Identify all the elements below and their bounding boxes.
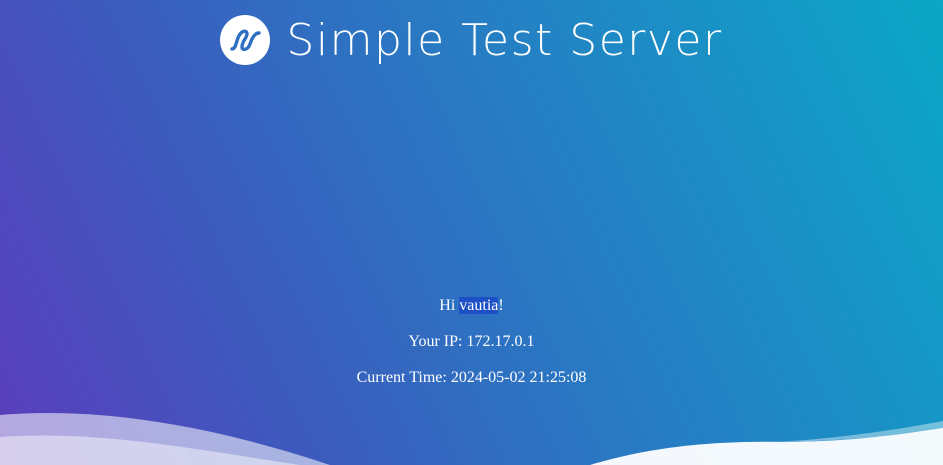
page-title: Simple Test Server <box>286 14 723 66</box>
wave-logo-icon <box>220 15 271 65</box>
ip-label: Your IP: <box>408 333 467 350</box>
footer-waves <box>0 413 943 465</box>
time-label: Current Time: <box>356 369 451 386</box>
greeting-suffix: ! <box>498 297 504 314</box>
time-line: Current Time: 2024-05-02 21:25:08 <box>0 368 943 388</box>
username: vautia <box>459 297 499 314</box>
time-value: 2024-05-02 21:25:08 <box>450 369 587 386</box>
greeting-prefix: Hi <box>439 297 460 314</box>
info-panel: Hi vautia! Your IP: 172.17.0.1 Current T… <box>0 296 943 404</box>
ip-value: 172.17.0.1 <box>466 333 535 350</box>
page-header: Simple Test Server <box>0 8 943 72</box>
ip-line: Your IP: 172.17.0.1 <box>0 332 943 352</box>
greeting-line: Hi vautia! <box>0 296 943 316</box>
